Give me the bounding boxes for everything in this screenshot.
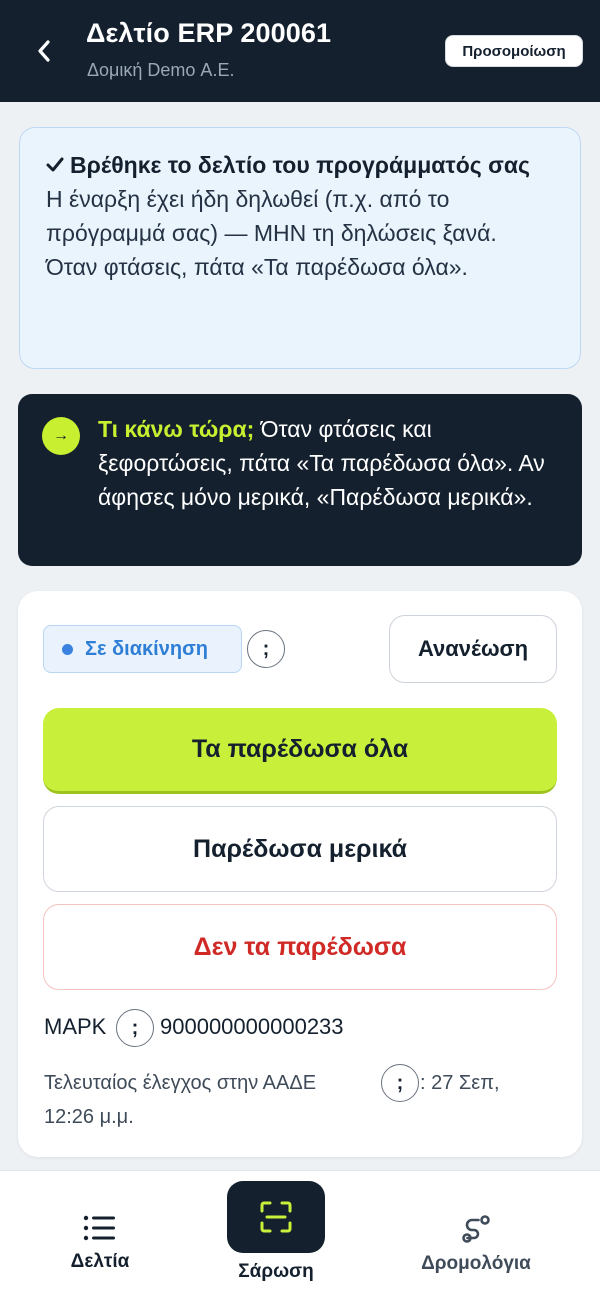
nav-tab-routes[interactable]: Δρομολόγια	[406, 1215, 546, 1275]
arrow-right-icon: →	[42, 417, 80, 455]
nav-tab-scan[interactable]: Σάρωση	[226, 1181, 326, 1283]
delivered-partial-button[interactable]: Παρέδωσα μερικά	[43, 806, 557, 892]
page-title: Δελτίο ERP 200061	[86, 18, 332, 48]
delivered-all-button[interactable]: Τα παρέδωσα όλα	[43, 708, 557, 794]
notice-title: Βρέθηκε το δελτίο του προγράμματός σας	[70, 152, 530, 178]
company-name: Δομική Demo Α.Ε.	[87, 60, 235, 80]
nav-tab-deltia[interactable]: Δελτία	[50, 1215, 150, 1273]
nav-label-routes: Δρομολόγια	[421, 1253, 531, 1274]
mark-help-button[interactable]: ;	[116, 1009, 154, 1047]
hint-lead: Τι κάνω τώρα;	[98, 416, 255, 442]
last-check-label: Τελευταίος έλεγχος στην ΑΑΔΕ	[44, 1072, 317, 1094]
route-icon	[462, 1215, 490, 1243]
status-dot	[62, 643, 73, 655]
bottom-nav: Δελτία Σάρωση Δρομολόγια	[0, 1170, 600, 1298]
list-icon	[83, 1215, 115, 1241]
info-notice: Βρέθηκε το δελτίο του προγράμματός σας Η…	[19, 127, 581, 369]
last-check-date: : 27 Σεπ,	[420, 1072, 500, 1094]
mark-label: ΜΑΡΚ	[44, 1014, 107, 1039]
simulation-badge: Προσομοίωση	[445, 35, 583, 67]
status-badge: Σε διακίνηση	[43, 625, 242, 673]
app-header: Δελτίο ERP 200061 Δομική Demo Α.Ε. Προσο…	[0, 0, 600, 102]
refresh-button[interactable]: Ανανέωση	[389, 615, 557, 683]
scan-icon	[260, 1201, 292, 1233]
chevron-left-icon	[38, 40, 50, 62]
nav-label-scan: Σάρωση	[238, 1261, 314, 1282]
last-check-time: 12:26 μ.μ.	[44, 1106, 134, 1128]
mark-value: 900000000000233	[160, 1014, 344, 1039]
notice-body: Η έναρξη έχει ήδη δηλωθεί (π.χ. από το π…	[46, 186, 497, 280]
nav-label-deltia: Δελτία	[70, 1251, 130, 1272]
status-text: Σε διακίνηση	[85, 637, 208, 660]
status-help-button[interactable]: ;	[247, 630, 285, 668]
action-hint: Τι κάνω τώρα; Όταν φτάσεις και ξεφορτώσε…	[18, 394, 582, 566]
back-button[interactable]	[28, 34, 60, 68]
check-icon	[46, 148, 64, 182]
last-check-help-button[interactable]: ;	[381, 1064, 419, 1102]
scan-button[interactable]	[227, 1181, 325, 1253]
not-delivered-button[interactable]: Δεν τα παρέδωσα	[43, 904, 557, 990]
